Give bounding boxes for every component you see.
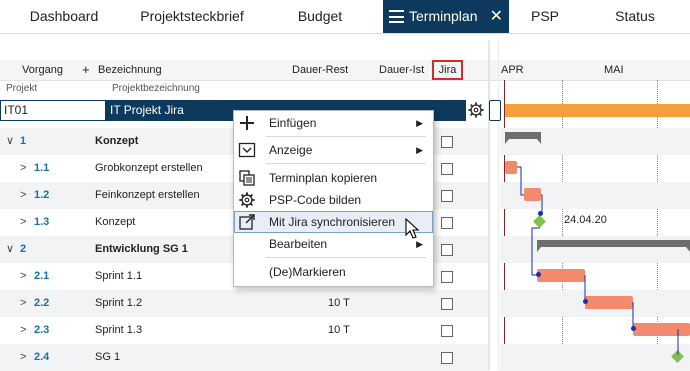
row-id: 2.4 bbox=[34, 351, 50, 363]
collapse-chevron-icon[interactable]: ∨ bbox=[6, 128, 14, 155]
menu-item-demarkieren[interactable]: (De)Markieren bbox=[234, 261, 433, 283]
row-name: Konzept bbox=[95, 135, 139, 147]
row-name: Feinkonzept erstellen bbox=[95, 189, 200, 201]
row-id: 2.3 bbox=[34, 324, 50, 336]
row-id: 1.2 bbox=[34, 189, 50, 201]
submenu-arrow-icon: ▶ bbox=[416, 145, 423, 155]
jira-checkbox[interactable] bbox=[441, 271, 453, 283]
pane-divider bbox=[498, 40, 499, 370]
copy-icon bbox=[239, 170, 255, 186]
chevron-box-icon bbox=[238, 142, 256, 158]
menu-item-label: PSP-Code bilden bbox=[269, 193, 362, 207]
col-dauer-rest[interactable]: Dauer-Rest bbox=[292, 64, 348, 76]
plus-icon bbox=[240, 116, 254, 130]
col-jira[interactable]: Jira bbox=[432, 60, 463, 80]
hamburger-menu-icon[interactable] bbox=[389, 10, 404, 23]
dependency-lines bbox=[517, 166, 679, 355]
menu-item-label: Anzeige bbox=[269, 143, 313, 157]
col-dauer-ist[interactable]: Dauer-Ist bbox=[379, 64, 424, 76]
tab-terminplan[interactable]: Terminplan ✕ bbox=[383, 0, 509, 33]
col-vorgang[interactable]: Vorgang bbox=[22, 64, 63, 76]
project-scroll-box bbox=[489, 100, 501, 121]
jira-checkbox[interactable] bbox=[441, 217, 453, 229]
link-dot bbox=[631, 326, 636, 331]
external-link-icon bbox=[239, 214, 255, 230]
expand-chevron-icon[interactable]: > bbox=[20, 263, 26, 290]
jira-checkbox[interactable] bbox=[441, 352, 453, 364]
row-name: Sprint 1.3 bbox=[95, 324, 143, 336]
menu-item-anzeige[interactable]: Anzeige ▶ bbox=[234, 139, 433, 161]
row-id: 1 bbox=[20, 135, 27, 147]
jira-checkbox[interactable] bbox=[441, 244, 453, 256]
tab-bar: Dashboard Projektsteckbrief Budget Termi… bbox=[0, 0, 690, 34]
summary-bar[interactable] bbox=[505, 132, 541, 144]
row-id: 2.1 bbox=[34, 270, 50, 282]
row-name: Konzept bbox=[95, 216, 136, 228]
tab-terminplan-label: Terminplan bbox=[409, 8, 478, 24]
expand-chevron-icon[interactable]: > bbox=[20, 182, 26, 209]
row-name: Grobkonzept erstellen bbox=[95, 162, 203, 174]
collapse-chevron-icon[interactable]: ∨ bbox=[6, 236, 14, 263]
expand-chevron-icon[interactable]: > bbox=[20, 317, 26, 344]
menu-item-label: Bearbeiten bbox=[269, 237, 328, 251]
menu-separator bbox=[266, 136, 426, 137]
jira-checkbox[interactable] bbox=[441, 325, 453, 337]
mouse-cursor-icon bbox=[405, 218, 420, 239]
month-apr: APR bbox=[501, 64, 524, 76]
expand-all-button[interactable]: + bbox=[82, 62, 90, 77]
month-mai: MAI bbox=[604, 64, 624, 76]
row-id: 2.2 bbox=[34, 297, 50, 309]
jira-checkbox[interactable] bbox=[441, 136, 453, 148]
menu-item-einfuegen[interactable]: Einfügen ▶ bbox=[234, 112, 433, 134]
menu-item-label: Einfügen bbox=[269, 116, 317, 130]
project-bar[interactable] bbox=[505, 104, 690, 117]
tab-psp[interactable]: PSP bbox=[510, 0, 580, 33]
table-row[interactable] bbox=[0, 290, 488, 317]
submenu-arrow-icon: ▶ bbox=[416, 118, 423, 128]
gear-icon bbox=[239, 192, 255, 208]
menu-item-label: Mit Jira synchronisieren bbox=[269, 215, 396, 229]
col-bezeichnung[interactable]: Bezeichnung bbox=[98, 64, 162, 76]
row-dauer-rest: 10 T bbox=[328, 324, 350, 336]
row-name: Sprint 1.2 bbox=[95, 297, 143, 309]
jira-checkbox[interactable] bbox=[441, 190, 453, 202]
row-id: 1.1 bbox=[34, 162, 50, 174]
context-menu: Einfügen ▶ Anzeige ▶ Terminplan kopieren… bbox=[233, 110, 434, 287]
close-icon[interactable]: ✕ bbox=[490, 0, 503, 33]
row-dauer-rest: 10 T bbox=[328, 297, 350, 309]
menu-item-bearbeiten[interactable]: Bearbeiten ▶ bbox=[234, 233, 433, 255]
row-name: Sprint 1.1 bbox=[95, 270, 143, 282]
table-row[interactable] bbox=[0, 317, 488, 344]
expand-chevron-icon[interactable]: > bbox=[20, 155, 26, 182]
row-name: Entwicklung SG 1 bbox=[95, 243, 188, 255]
link-dot bbox=[583, 299, 588, 304]
expand-chevron-icon[interactable]: > bbox=[20, 344, 26, 371]
menu-item-psp-code-bilden[interactable]: PSP-Code bilden bbox=[234, 189, 433, 211]
table-row[interactable] bbox=[0, 344, 488, 371]
label-projekt: Projekt bbox=[6, 83, 38, 94]
menu-separator bbox=[266, 257, 426, 258]
expand-chevron-icon[interactable]: > bbox=[20, 209, 26, 236]
row-id: 2 bbox=[20, 243, 27, 255]
tab-budget[interactable]: Budget bbox=[256, 0, 384, 33]
link-dot bbox=[536, 272, 541, 277]
tab-status[interactable]: Status bbox=[580, 0, 690, 33]
menu-item-label: Terminplan kopieren bbox=[269, 171, 378, 185]
label-projektbezeichnung: Projektbezeichnung bbox=[112, 83, 200, 94]
tab-dashboard[interactable]: Dashboard bbox=[0, 0, 128, 33]
menu-item-terminplan-kopieren[interactable]: Terminplan kopieren bbox=[234, 167, 433, 189]
row-id: 1.3 bbox=[34, 216, 50, 228]
row-name: SG 1 bbox=[95, 351, 121, 363]
tab-projektsteckbrief[interactable]: Projektsteckbrief bbox=[128, 0, 256, 33]
menu-item-mit-jira-synchronisieren[interactable]: Mit Jira synchronisieren bbox=[234, 211, 433, 233]
gear-icon[interactable] bbox=[467, 100, 485, 120]
link-dot bbox=[538, 211, 543, 216]
jira-checkbox[interactable] bbox=[441, 163, 453, 175]
pane-splitter[interactable] bbox=[488, 40, 490, 370]
menu-item-label: (De)Markieren bbox=[269, 265, 346, 279]
menu-separator bbox=[266, 163, 426, 164]
expand-chevron-icon[interactable]: > bbox=[20, 290, 26, 317]
jira-checkbox[interactable] bbox=[441, 298, 453, 310]
project-id-field[interactable]: IT01 bbox=[0, 100, 106, 121]
